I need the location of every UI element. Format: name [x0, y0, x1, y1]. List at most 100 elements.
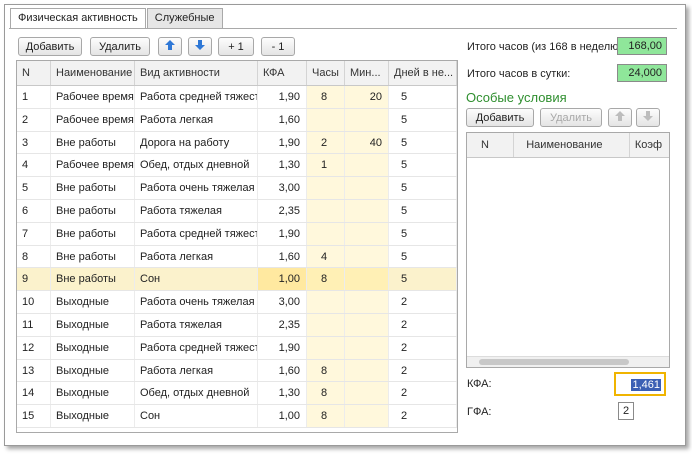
cell-hours[interactable]: 1: [307, 154, 345, 177]
cell-n[interactable]: 15: [17, 405, 51, 427]
cell-kfa[interactable]: 2,35: [258, 199, 307, 222]
table-row[interactable]: 2 Рабочее время Работа легкая 1,60 5: [17, 108, 457, 132]
horizontal-scrollbar[interactable]: [467, 356, 669, 367]
cell-name[interactable]: Рабочее время: [51, 86, 135, 108]
cell-days[interactable]: 5: [389, 177, 457, 199]
cell-name[interactable]: Вне работы: [51, 199, 135, 222]
cell-n[interactable]: 7: [17, 222, 51, 245]
table-row[interactable]: 1 Рабочее время Работа средней тяжести 1,90…: [17, 86, 457, 109]
cell-days[interactable]: 2: [389, 359, 457, 382]
move-up-button[interactable]: [158, 37, 182, 56]
total-week-field[interactable]: 168,00: [617, 37, 667, 55]
cell-hours[interactable]: 2: [307, 131, 345, 154]
cell-kfa[interactable]: 1,90: [258, 336, 307, 359]
cell-name[interactable]: Вне работы: [51, 268, 135, 291]
cell-activity[interactable]: Работа очень тяжелая: [135, 291, 258, 313]
cell-kfa[interactable]: 1,90: [258, 86, 307, 108]
cell-kfa[interactable]: 1,00: [258, 405, 307, 427]
kfa-field[interactable]: 1,461: [614, 372, 666, 396]
cell-activity[interactable]: Работа легкая: [135, 359, 258, 382]
cell-minutes[interactable]: [345, 382, 389, 405]
cell-minutes[interactable]: [345, 199, 389, 222]
cell-hours[interactable]: 8: [307, 405, 345, 427]
cell-days[interactable]: 5: [389, 108, 457, 131]
cell-activity[interactable]: Обед, отдых дневной: [135, 154, 258, 177]
cell-kfa[interactable]: 1,90: [258, 131, 307, 154]
cell-hours[interactable]: [307, 336, 345, 359]
cell-activity[interactable]: Работа средней тяжести: [135, 222, 258, 245]
cell-days[interactable]: 2: [389, 291, 457, 313]
cell-hours[interactable]: [307, 199, 345, 222]
cell-hours[interactable]: 8: [307, 86, 345, 108]
cell-kfa[interactable]: 1,60: [258, 359, 307, 382]
col-name[interactable]: Наименование: [51, 61, 135, 85]
cell-days[interactable]: 5: [389, 86, 457, 108]
cell-name[interactable]: Рабочее время: [51, 154, 135, 177]
cell-minutes[interactable]: [345, 268, 389, 291]
table-row[interactable]: 10 Выходные Работа очень тяжелая 3,00 2: [17, 291, 457, 314]
cell-days[interactable]: 5: [389, 222, 457, 245]
table-row[interactable]: 11 Выходные Работа тяжелая 2,35 2: [17, 313, 457, 337]
table-row[interactable]: 5 Вне работы Работа очень тяжелая 3,00 5: [17, 177, 457, 200]
cell-name[interactable]: Выходные: [51, 336, 135, 359]
cell-name[interactable]: Выходные: [51, 382, 135, 405]
add-button[interactable]: Добавить: [18, 37, 82, 56]
cell-minutes[interactable]: [345, 245, 389, 268]
cell-activity[interactable]: Работа средней тяжести: [135, 336, 258, 359]
cell-days[interactable]: 5: [389, 245, 457, 268]
cell-minutes[interactable]: [345, 359, 389, 382]
cell-hours[interactable]: [307, 291, 345, 313]
cell-name[interactable]: Вне работы: [51, 222, 135, 245]
cell-activity[interactable]: Работа тяжелая: [135, 199, 258, 222]
special-up-button[interactable]: [608, 108, 632, 127]
table-row[interactable]: 14 Выходные Обед, отдых дневной 1,30 8 2: [17, 382, 457, 406]
special-down-button[interactable]: [636, 108, 660, 127]
cell-hours[interactable]: 8: [307, 268, 345, 291]
cell-n[interactable]: 3: [17, 131, 51, 154]
special-delete-button[interactable]: Удалить: [540, 108, 602, 127]
cell-n[interactable]: 8: [17, 245, 51, 268]
cell-name[interactable]: Вне работы: [51, 131, 135, 154]
cell-days[interactable]: 2: [389, 405, 457, 427]
cell-kfa[interactable]: 1,60: [258, 108, 307, 131]
cell-minutes[interactable]: [345, 154, 389, 177]
cell-minutes[interactable]: 20: [345, 86, 389, 108]
cell-n[interactable]: 6: [17, 199, 51, 222]
table-row[interactable]: 7 Вне работы Работа средней тяжести 1,90 5: [17, 222, 457, 246]
cell-activity[interactable]: Работа легкая: [135, 245, 258, 268]
cell-activity[interactable]: Работа легкая: [135, 108, 258, 131]
cell-kfa[interactable]: 3,00: [258, 177, 307, 199]
cell-hours[interactable]: 8: [307, 359, 345, 382]
table-row[interactable]: 4 Рабочее время Обед, отдых дневной 1,30 1 5: [17, 154, 457, 178]
tab-physical-activity[interactable]: Физическая активность: [10, 8, 146, 29]
cell-kfa[interactable]: 1,60: [258, 245, 307, 268]
plus-one-button[interactable]: + 1: [218, 37, 254, 56]
cell-name[interactable]: Вне работы: [51, 245, 135, 268]
cell-name[interactable]: Рабочее время: [51, 108, 135, 131]
cell-name[interactable]: Вне работы: [51, 177, 135, 199]
cell-hours[interactable]: [307, 313, 345, 336]
cell-name[interactable]: Выходные: [51, 359, 135, 382]
cell-activity[interactable]: Дорога на работу: [135, 131, 258, 154]
table-row[interactable]: 6 Вне работы Работа тяжелая 2,35 5: [17, 199, 457, 223]
cell-days[interactable]: 5: [389, 131, 457, 154]
table-row[interactable]: 8 Вне работы Работа легкая 1,60 4 5: [17, 245, 457, 269]
cell-days[interactable]: 2: [389, 382, 457, 405]
cell-activity[interactable]: Работа средней тяжести: [135, 86, 258, 108]
cell-minutes[interactable]: [345, 177, 389, 199]
cell-name[interactable]: Выходные: [51, 405, 135, 427]
cell-minutes[interactable]: [345, 336, 389, 359]
scrollbar-thumb[interactable]: [479, 359, 629, 365]
cell-days[interactable]: 5: [389, 154, 457, 177]
col-hours[interactable]: Часы: [307, 61, 345, 85]
cell-n[interactable]: 10: [17, 291, 51, 313]
cell-hours[interactable]: 4: [307, 245, 345, 268]
cell-kfa[interactable]: 3,00: [258, 291, 307, 313]
delete-button[interactable]: Удалить: [90, 37, 150, 56]
cell-kfa[interactable]: 1,30: [258, 382, 307, 405]
cell-activity[interactable]: Работа тяжелая: [135, 313, 258, 336]
move-down-button[interactable]: [188, 37, 212, 56]
cell-minutes[interactable]: [345, 291, 389, 313]
special-add-button[interactable]: Добавить: [466, 108, 534, 127]
cell-kfa[interactable]: 1,30: [258, 154, 307, 177]
